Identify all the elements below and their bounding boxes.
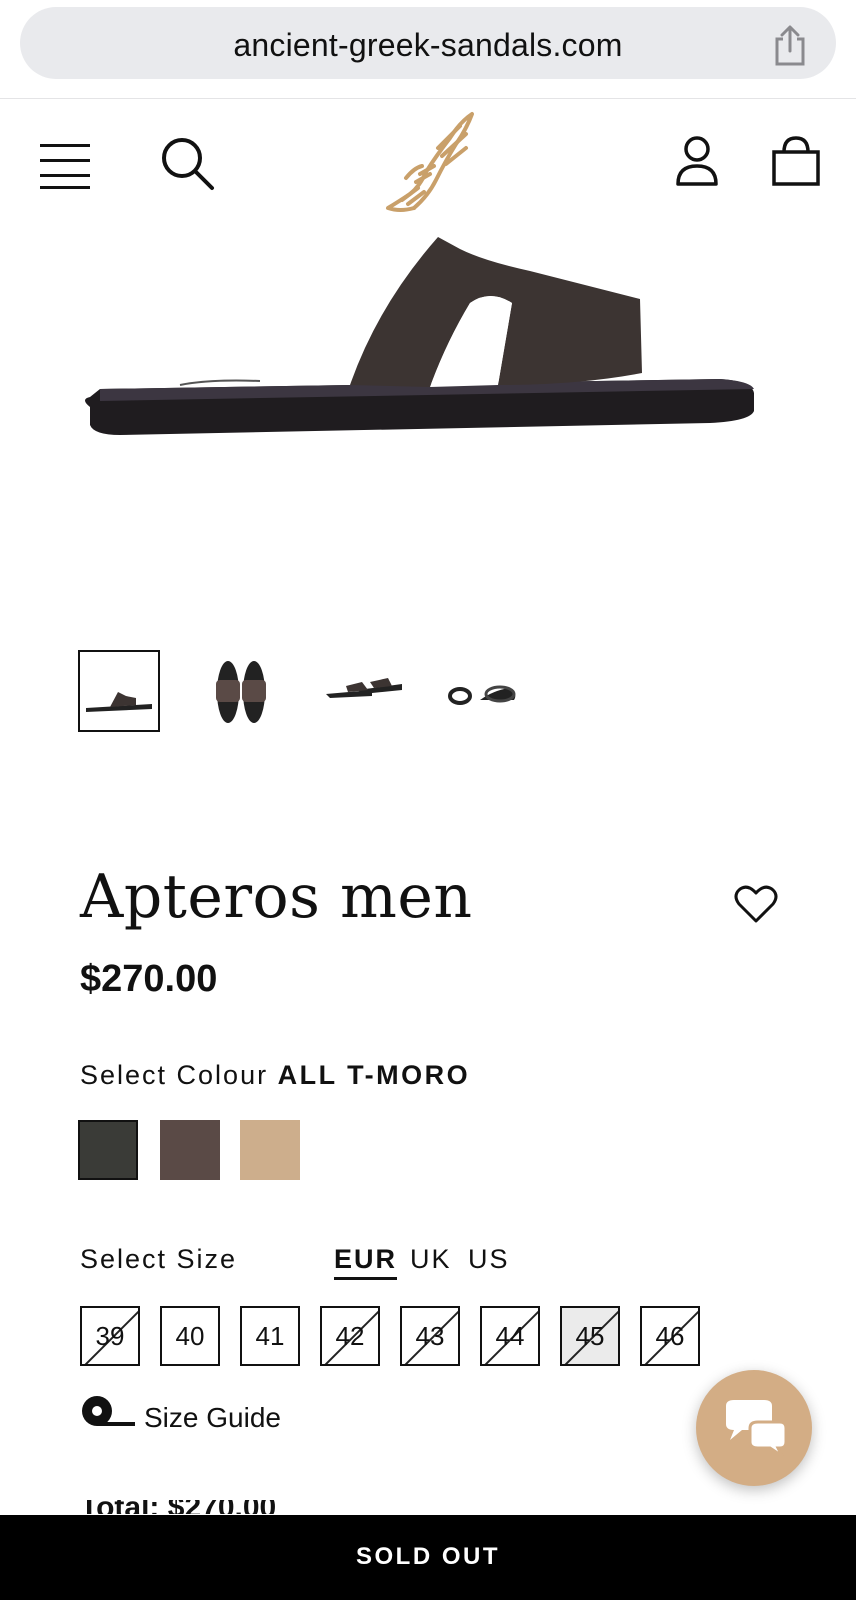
colour-selector-label: Select Colour ALL T-MORO (80, 1060, 470, 1091)
site-header (0, 100, 856, 230)
product-main-image[interactable] (60, 225, 800, 485)
url-text[interactable]: ancient-greek-sandals.com (20, 27, 836, 64)
colour-label-text: Select Colour (80, 1060, 269, 1090)
total-price-text: Total: $270.00 (80, 1500, 276, 1514)
size-option-label: 41 (255, 1320, 285, 1351)
size-option-46[interactable]: 46 (640, 1306, 700, 1366)
product-price: $270.00 (80, 958, 218, 1000)
size-option-41[interactable]: 41 (240, 1306, 300, 1366)
address-bar[interactable]: ancient-greek-sandals.com (20, 7, 836, 79)
colour-swatch-dark-olive[interactable] (78, 1120, 138, 1180)
chat-button[interactable] (696, 1370, 812, 1486)
selected-colour-name: ALL T-MORO (277, 1060, 471, 1090)
shopping-bag-icon[interactable] (772, 136, 820, 186)
browser-bar: ancient-greek-sandals.com (0, 0, 856, 99)
size-selector-header: Select Size EUR UK US (80, 1244, 780, 1284)
size-option-39[interactable]: 39 (80, 1306, 140, 1366)
size-label: Select Size (80, 1244, 238, 1274)
measuring-tape-icon (82, 1396, 135, 1426)
size-option-label: 45 (575, 1320, 605, 1351)
chat-bubbles-icon (726, 1400, 788, 1458)
size-option-44[interactable]: 44 (480, 1306, 540, 1366)
size-option-40[interactable]: 40 (160, 1306, 220, 1366)
heart-icon[interactable] (734, 884, 778, 924)
thumbnail-front-back-view[interactable] (444, 650, 526, 732)
share-icon[interactable] (772, 25, 808, 67)
colour-swatch-tan[interactable] (240, 1120, 300, 1180)
size-option-42[interactable]: 42 (320, 1306, 380, 1366)
size-option-label: 39 (95, 1320, 125, 1351)
sold-out-button[interactable]: SOLD OUT (0, 1515, 856, 1600)
size-guide-label: Size Guide (144, 1402, 281, 1433)
size-unit-eur-tab[interactable]: EUR (334, 1244, 398, 1280)
size-option-label: 46 (655, 1320, 685, 1351)
size-option-43[interactable]: 43 (400, 1306, 460, 1366)
size-option-label: 40 (175, 1320, 205, 1351)
search-icon[interactable] (160, 136, 216, 192)
size-option-45[interactable]: 45 (560, 1306, 620, 1366)
total-price-partial: Total: $270.00 (80, 1500, 276, 1514)
size-option-label: 44 (495, 1320, 525, 1351)
sold-out-label: SOLD OUT (356, 1543, 500, 1570)
account-icon[interactable] (675, 136, 719, 186)
size-option-label: 43 (415, 1320, 445, 1351)
thumbnail-side-view[interactable] (78, 650, 160, 732)
size-unit-us-tab[interactable]: US (468, 1244, 510, 1275)
hamburger-menu-icon[interactable] (40, 142, 90, 192)
thumbnail-top-view[interactable] (200, 650, 282, 732)
size-unit-uk-tab[interactable]: UK (410, 1244, 452, 1275)
product-title: Apteros men (80, 862, 473, 932)
winged-sandal-logo[interactable] (380, 108, 480, 220)
colour-swatch-brown[interactable] (160, 1120, 220, 1180)
size-option-label: 42 (335, 1320, 365, 1351)
thumbnail-angled-view[interactable] (322, 650, 404, 732)
